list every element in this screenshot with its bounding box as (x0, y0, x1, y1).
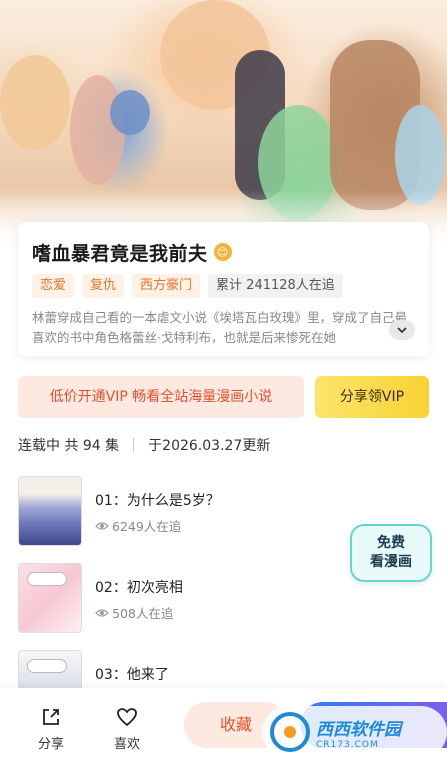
watermark-logo-icon (270, 712, 310, 752)
like-label: 喜欢 (113, 737, 140, 752)
cover-banner (0, 0, 447, 250)
episode-views: 6249人在追 (95, 516, 181, 535)
free-comic-badge[interactable]: 免费 看漫画 (350, 524, 432, 582)
share-icon (43, 709, 59, 725)
free-badge-line1: 免费 (377, 535, 405, 551)
vip-promo-banner[interactable]: 低价开通VIP 畅看全站海量漫画小说 (18, 376, 304, 418)
episode-title: 02：初次亮相 (95, 580, 183, 596)
site-watermark: 西西软件园 CR173.COM (262, 706, 447, 758)
tag-romance[interactable]: 恋爱 (32, 274, 75, 298)
title-row: 嗜血暴君竟是我前夫 😊 (32, 238, 417, 266)
smile-badge-icon: 😊 (213, 243, 232, 261)
episode-header: 连载中 共 94 集 于2026.03.27更新 (18, 434, 270, 456)
episode-item[interactable]: 02：初次亮相 508人在追 (18, 563, 398, 635)
eye-icon (95, 521, 109, 530)
free-badge-line2: 看漫画 (370, 554, 412, 570)
comic-title: 嗜血暴君竟是我前夫 (32, 242, 208, 265)
episode-title: 01：为什么是5岁？ (95, 493, 220, 509)
speech-bubble (27, 572, 67, 586)
divider (133, 438, 135, 452)
episode-views: 508人在追 (95, 603, 173, 622)
chevron-down-icon (397, 326, 407, 333)
like-button[interactable]: 喜欢 (102, 706, 152, 752)
eye-icon (95, 608, 109, 617)
cover-figure (110, 90, 150, 135)
episode-title: 03：他来了 (95, 667, 169, 683)
tag-list: 恋爱 复仇 西方豪门 累计 241128人在追 (32, 274, 417, 298)
watermark-main: 西西软件园 (316, 719, 401, 740)
share-button[interactable]: 分享 (26, 706, 76, 752)
tag-western-wealthy[interactable]: 西方豪门 (132, 274, 201, 298)
expand-description-button[interactable] (389, 320, 415, 340)
episode-view-count: 508人在追 (112, 606, 174, 621)
speech-bubble (27, 659, 67, 673)
comic-info-card: 嗜血暴君竟是我前夫 😊 恋爱 复仇 西方豪门 累计 241128人在追 林蕾穿成… (18, 222, 429, 356)
update-date: 于2026.03.27更新 (148, 438, 271, 454)
share-label: 分享 (37, 737, 64, 752)
watermark-sub: CR173.COM (316, 739, 379, 750)
episode-view-count: 6249人在追 (112, 519, 182, 534)
episode-thumbnail (18, 476, 82, 546)
watermark-text: 西西软件园 CR173.COM (316, 715, 401, 750)
follow-count-badge: 累计 241128人在追 (208, 274, 343, 298)
episode-item[interactable]: 01：为什么是5岁？ 6249人在追 (18, 476, 398, 548)
episode-thumbnail (18, 563, 82, 633)
cover-figure (0, 55, 70, 150)
share-for-vip-button[interactable]: 分享领VIP (315, 376, 429, 418)
comic-description: 林蕾穿成自己看的一本虐文小说《埃塔瓦白玫瑰》里，穿成了自己最喜欢的书中角色格蕾丝… (32, 310, 408, 345)
heart-icon (117, 708, 137, 727)
tag-revenge[interactable]: 复仇 (82, 274, 125, 298)
serial-status: 连载中 共 94 集 (18, 438, 120, 454)
